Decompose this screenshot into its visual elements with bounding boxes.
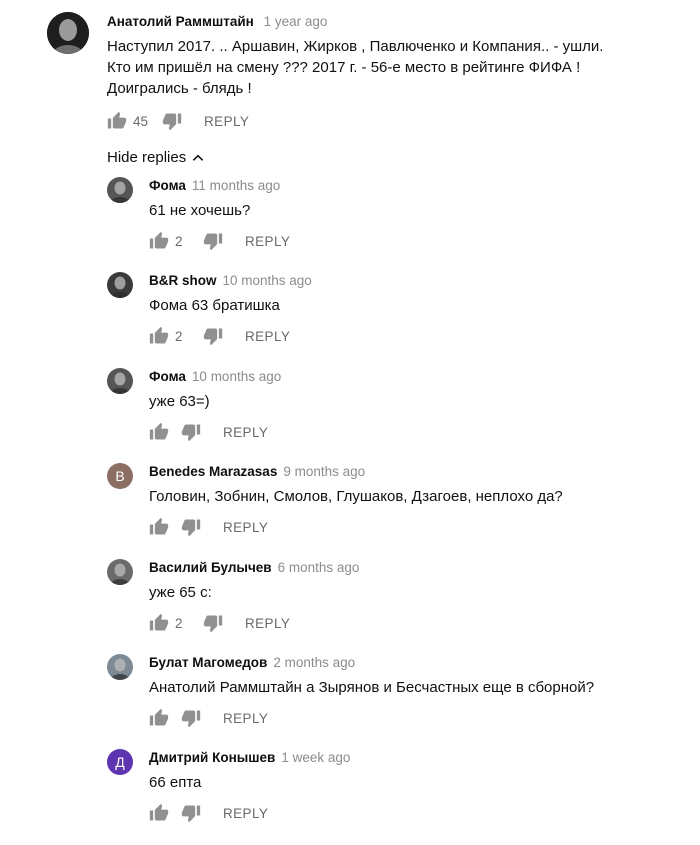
like-count: 45: [133, 113, 149, 129]
comment-text-line: Наступил 2017. .. Аршавин, Жирков , Павл…: [107, 38, 604, 55]
reply-button[interactable]: REPLY: [245, 616, 290, 631]
like-icon[interactable]: [149, 803, 169, 823]
chevron-up-icon: [193, 154, 204, 161]
avatar-letter: Д: [115, 754, 125, 770]
reply-comment: Д Дмитрий Конышев 1 week ago 66 епта REPLY: [0, 748, 700, 838]
reply-actions: 2 REPLY: [149, 326, 290, 346]
avatar[interactable]: [107, 654, 133, 680]
like-count: 2: [175, 328, 183, 344]
dislike-icon[interactable]: [181, 803, 201, 823]
reply-time[interactable]: 2 months ago: [273, 655, 355, 670]
reply-author[interactable]: Василий Булычев: [149, 560, 272, 575]
reply-time[interactable]: 6 months ago: [278, 560, 360, 575]
reply-header: Фома 11 months ago: [149, 178, 280, 194]
avatar[interactable]: [107, 177, 133, 203]
avatar[interactable]: B: [107, 463, 133, 489]
dislike-icon[interactable]: [162, 111, 182, 131]
comment-text-line: Кто им пришёл на смену ??? 2017 г. - 56-…: [107, 59, 581, 76]
like-icon[interactable]: [149, 326, 169, 346]
reply-author[interactable]: Фома: [149, 178, 186, 193]
user-photo-icon: [47, 12, 89, 54]
reply-author[interactable]: Дмитрий Конышев: [149, 750, 275, 765]
reply-header: Василий Булычев 6 months ago: [149, 560, 359, 576]
reply-author[interactable]: Булат Магомедов: [149, 655, 267, 670]
reply-button[interactable]: REPLY: [223, 425, 268, 440]
dislike-icon[interactable]: [181, 517, 201, 537]
comment-actions: 45 REPLY: [107, 111, 249, 131]
dislike-icon[interactable]: [203, 326, 223, 346]
reply-author[interactable]: Фома: [149, 369, 186, 384]
reply-header: Фома 10 months ago: [149, 369, 281, 385]
reply-header: Булат Магомедов 2 months ago: [149, 655, 355, 671]
reply-actions: REPLY: [149, 517, 268, 537]
reply-time[interactable]: 10 months ago: [192, 369, 281, 384]
reply-time[interactable]: 11 months ago: [192, 178, 280, 193]
reply-comment: Василий Булычев 6 months ago уже 65 с: 2 REP…: [0, 558, 700, 648]
reply-author[interactable]: B&R show: [149, 273, 217, 288]
like-icon[interactable]: [149, 422, 169, 442]
dislike-icon[interactable]: [181, 708, 201, 728]
like-icon[interactable]: [149, 613, 169, 633]
reply-button[interactable]: REPLY: [223, 806, 268, 821]
like-count: 2: [175, 233, 183, 249]
reply-actions: 2 REPLY: [149, 613, 290, 633]
reply-button[interactable]: REPLY: [223, 711, 268, 726]
reply-button[interactable]: REPLY: [223, 520, 268, 535]
user-photo-icon: [110, 181, 130, 203]
avatar[interactable]: [107, 559, 133, 585]
hide-replies-label: Hide replies: [107, 149, 187, 166]
user-photo-icon: [110, 563, 130, 585]
reply-header: Дмитрий Конышев 1 week ago: [149, 750, 350, 766]
reply-text: Головин, Зобнин, Смолов, Глушаков, Дзаго…: [149, 488, 563, 505]
like-icon[interactable]: [107, 111, 127, 131]
avatar[interactable]: Д: [107, 749, 133, 775]
reply-author[interactable]: Benedes Marazasas: [149, 464, 277, 479]
reply-actions: 2 REPLY: [149, 231, 290, 251]
reply-text: 66 епта: [149, 774, 202, 791]
reply-button[interactable]: REPLY: [204, 114, 249, 129]
like-icon[interactable]: [149, 708, 169, 728]
hide-replies-toggle[interactable]: Hide replies: [107, 149, 205, 166]
dislike-icon[interactable]: [203, 231, 223, 251]
reply-text: Анатолий Раммштайн а Зырянов и Бесчастны…: [149, 679, 595, 696]
user-photo-icon: [110, 658, 130, 680]
reply-text: уже 63=): [149, 393, 210, 410]
like-icon[interactable]: [149, 231, 169, 251]
avatar[interactable]: [107, 368, 133, 394]
like-icon[interactable]: [149, 517, 169, 537]
dislike-icon[interactable]: [203, 613, 223, 633]
reply-actions: REPLY: [149, 803, 268, 823]
reply-button[interactable]: REPLY: [245, 329, 290, 344]
reply-text: Фома 63 братишка: [149, 297, 280, 314]
comment-text-line: Доигрались - блядь !: [107, 80, 252, 97]
comment-text: Наступил 2017. .. Аршавин, Жирков , Павл…: [107, 36, 603, 99]
reply-actions: REPLY: [149, 422, 268, 442]
avatar[interactable]: [107, 272, 133, 298]
user-photo-icon: [110, 276, 130, 298]
reply-time[interactable]: 1 week ago: [281, 750, 350, 765]
reply-comment: Фома 11 months ago 61 не хочешь? 2 REPLY: [0, 176, 700, 266]
reply-time[interactable]: 10 months ago: [223, 273, 312, 288]
avatar[interactable]: [47, 12, 89, 54]
reply-comment: B Benedes Marazasas 9 months ago Головин, З…: [0, 462, 700, 552]
user-photo-icon: [110, 372, 130, 394]
reply-time[interactable]: 9 months ago: [283, 464, 365, 479]
reply-comment: Булат Магомедов 2 months ago Анатолий Рамм…: [0, 653, 700, 743]
dislike-icon[interactable]: [181, 422, 201, 442]
comment-header: Анатолий Раммштайн 1 year ago: [107, 14, 327, 30]
comment-time[interactable]: 1 year ago: [264, 14, 328, 29]
reply-comment: B&R show 10 months ago Фома 63 братишка 2 RE…: [0, 271, 700, 361]
comment-author[interactable]: Анатолий Раммштайн: [107, 14, 254, 29]
reply-header: B&R show 10 months ago: [149, 273, 312, 289]
reply-button[interactable]: REPLY: [245, 234, 290, 249]
reply-text: 61 не хочешь?: [149, 202, 251, 219]
reply-header: Benedes Marazasas 9 months ago: [149, 464, 365, 480]
like-count: 2: [175, 615, 183, 631]
avatar-letter: B: [115, 468, 125, 484]
reply-text: уже 65 с:: [149, 584, 212, 601]
reply-actions: REPLY: [149, 708, 268, 728]
reply-comment: Фома 10 months ago уже 63=) REPLY: [0, 367, 700, 457]
